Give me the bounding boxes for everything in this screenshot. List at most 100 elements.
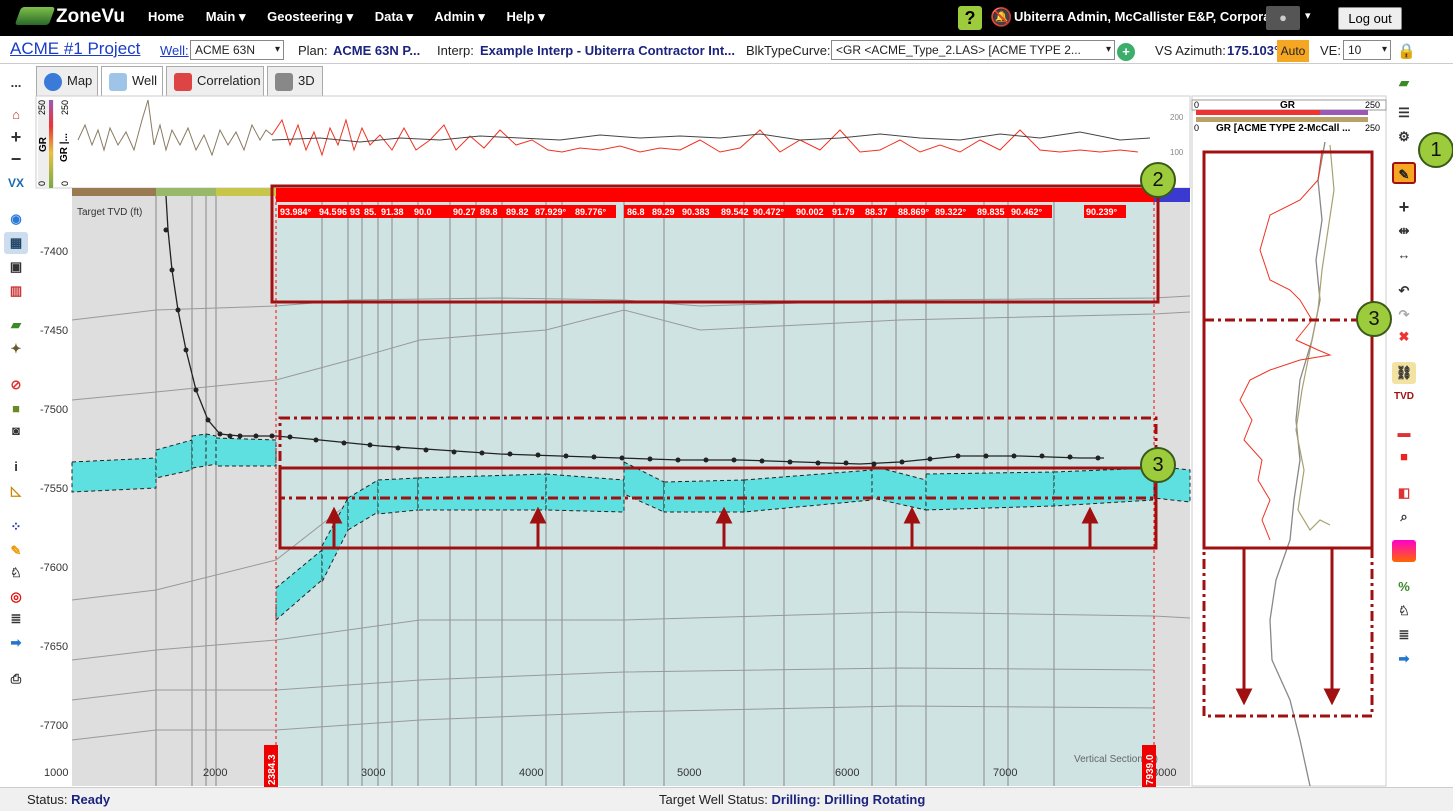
- dip-label[interactable]: 91.79: [832, 207, 855, 217]
- y-tick: -7450: [40, 325, 68, 337]
- x-tick: 3000: [361, 767, 385, 779]
- dip-label[interactable]: 90.239°: [1086, 207, 1118, 217]
- layers-icon[interactable]: ▰: [1392, 72, 1416, 94]
- dip-label[interactable]: 90.002: [796, 207, 824, 217]
- gr-scale-min: 0: [37, 181, 47, 186]
- type-color-strip: [1196, 117, 1368, 122]
- alarm-off-icon[interactable]: ♘: [1392, 600, 1416, 622]
- y-tick: -7500: [40, 404, 68, 416]
- x-tick: 7000: [993, 767, 1017, 779]
- y-axis-ticks: -7400 -7450 -7500 -7550 -7600 -7650 -770…: [40, 246, 68, 779]
- dip-label[interactable]: 85.: [364, 207, 377, 217]
- dip-label[interactable]: 86.8: [627, 207, 645, 217]
- type-legend-min: 0: [1194, 123, 1199, 133]
- dip-label[interactable]: 90.462°: [1011, 207, 1043, 217]
- callout-badge: 2: [1140, 162, 1176, 198]
- gr-axis-label: GR: [38, 136, 49, 152]
- zoom-in-icon[interactable]: +: [1392, 196, 1416, 218]
- y-axis-label: Target TVD (ft): [77, 207, 142, 218]
- split-color-icon[interactable]: ◧: [1392, 482, 1416, 504]
- dip-label[interactable]: 90.0: [414, 207, 432, 217]
- dip-label[interactable]: 89.322°: [935, 207, 967, 217]
- delete-icon[interactable]: ✖: [1392, 326, 1416, 348]
- log-right-tick-200: 200: [1170, 113, 1184, 122]
- y-tick: 1000: [44, 767, 68, 779]
- gr2-scale-min: 0: [60, 181, 70, 186]
- dip-label[interactable]: 93: [350, 207, 360, 217]
- dip-label[interactable]: 89.8: [480, 207, 498, 217]
- y-tick: -7650: [40, 641, 68, 653]
- expand-horizontal-icon[interactable]: ↔: [1392, 244, 1416, 266]
- dip-label[interactable]: 96: [337, 207, 347, 217]
- redo-icon[interactable]: ↷: [1392, 304, 1416, 326]
- callout-badge: 3: [1356, 301, 1392, 337]
- dip-label[interactable]: 89.835: [977, 207, 1005, 217]
- dip-label[interactable]: 90.472°: [753, 207, 785, 217]
- callout-badge: 1: [1418, 132, 1453, 168]
- y-tick: -7550: [40, 483, 68, 495]
- unlink-icon[interactable]: ⛓: [1392, 362, 1416, 384]
- gr-color-strip-tail: [1320, 110, 1368, 115]
- dip-label[interactable]: 90.383: [682, 207, 710, 217]
- y-tick: -7600: [40, 562, 68, 574]
- status-text: Status: Ready: [27, 792, 110, 807]
- split-icon[interactable]: ⇹: [1392, 220, 1416, 242]
- x-tick: 2000: [203, 767, 227, 779]
- right-toolbar: ▰ ☰ ⚙ ✎ + ⇹ ↔ ↶ ↷ ✖ ⛓ TVD ▬ ■ ◧ ⌕ % ♘ ≣ …: [1392, 68, 1420, 788]
- x-tick: 6000: [835, 767, 859, 779]
- status-value: Ready: [71, 792, 111, 807]
- gr-legend-min: 0: [1194, 100, 1199, 110]
- log-track-panel: [35, 95, 1191, 189]
- gear-icon[interactable]: ⚙: [1392, 126, 1416, 148]
- target-status-label: Target Well Status:: [659, 792, 768, 807]
- undo-icon[interactable]: ↶: [1392, 280, 1416, 302]
- formation-band: [216, 188, 276, 196]
- stack-icon[interactable]: ≣: [1392, 624, 1416, 646]
- gr-legend-label: GR: [1280, 100, 1296, 111]
- cross-section-canvas[interactable]: GR 250 0 GR |... 250 0 200 100 93.984° 9…: [0, 0, 1453, 811]
- type-curve-panel: [1191, 95, 1387, 787]
- y-tick: -7400: [40, 246, 68, 258]
- callout-badge: 3: [1140, 447, 1176, 483]
- dip-label[interactable]: 89.29: [652, 207, 675, 217]
- dip-label[interactable]: 89.82: [506, 207, 529, 217]
- gr-short-label: GR |...: [59, 133, 70, 162]
- formation-band: [72, 188, 156, 196]
- arrow-right-icon[interactable]: ➡: [1392, 648, 1416, 670]
- status-bar: Status: Ready Target Well Status: Drilli…: [0, 787, 1453, 811]
- bars-icon[interactable]: ▬: [1392, 422, 1416, 444]
- x-tick: 4000: [519, 767, 543, 779]
- end-marker-label[interactable]: 7939.0: [1145, 754, 1156, 785]
- dip-label[interactable]: 93.984°: [280, 207, 312, 217]
- type-legend-label: GR [ACME TYPE 2-McCall ...: [1216, 123, 1351, 134]
- gr-legend-max: 250: [1365, 100, 1380, 110]
- percent-icon[interactable]: %: [1392, 576, 1416, 598]
- y-tick: -7700: [40, 720, 68, 732]
- dip-label[interactable]: 90.27: [453, 207, 476, 217]
- dip-label[interactable]: 91.38: [381, 207, 404, 217]
- target-well-status: Target Well Status: Drilling: Drilling R…: [659, 792, 925, 807]
- pencil-edit-icon[interactable]: ✎: [1392, 162, 1416, 184]
- gr2-scale-max: 250: [60, 100, 70, 115]
- color-gradient-icon[interactable]: [1392, 540, 1416, 562]
- gr-scale-max: 250: [37, 100, 47, 115]
- start-marker-label[interactable]: 2384.3: [267, 754, 278, 785]
- red-block-icon[interactable]: ■: [1392, 446, 1416, 468]
- dip-label[interactable]: 94.5: [319, 207, 337, 217]
- dip-label[interactable]: 89.542: [721, 207, 749, 217]
- dip-label[interactable]: 87.929°: [535, 207, 567, 217]
- magnify-icon[interactable]: ⌕: [1392, 506, 1416, 528]
- x-tick: 5000: [677, 767, 701, 779]
- formation-band: [156, 188, 216, 196]
- dip-header-bar: [276, 188, 1154, 202]
- target-status-value: Drilling: Drilling Rotating: [771, 792, 926, 807]
- dip-label[interactable]: 89.776°: [575, 207, 607, 217]
- tvd-button[interactable]: TVD: [1392, 386, 1416, 408]
- log-right-tick-100: 100: [1170, 148, 1184, 157]
- status-label: Status:: [27, 792, 68, 807]
- dip-label[interactable]: 88.869°: [898, 207, 930, 217]
- gr-color-bar: [49, 100, 53, 188]
- list-icon[interactable]: ☰: [1392, 102, 1416, 124]
- dip-label[interactable]: 88.37: [865, 207, 888, 217]
- type-legend-max: 250: [1365, 123, 1380, 133]
